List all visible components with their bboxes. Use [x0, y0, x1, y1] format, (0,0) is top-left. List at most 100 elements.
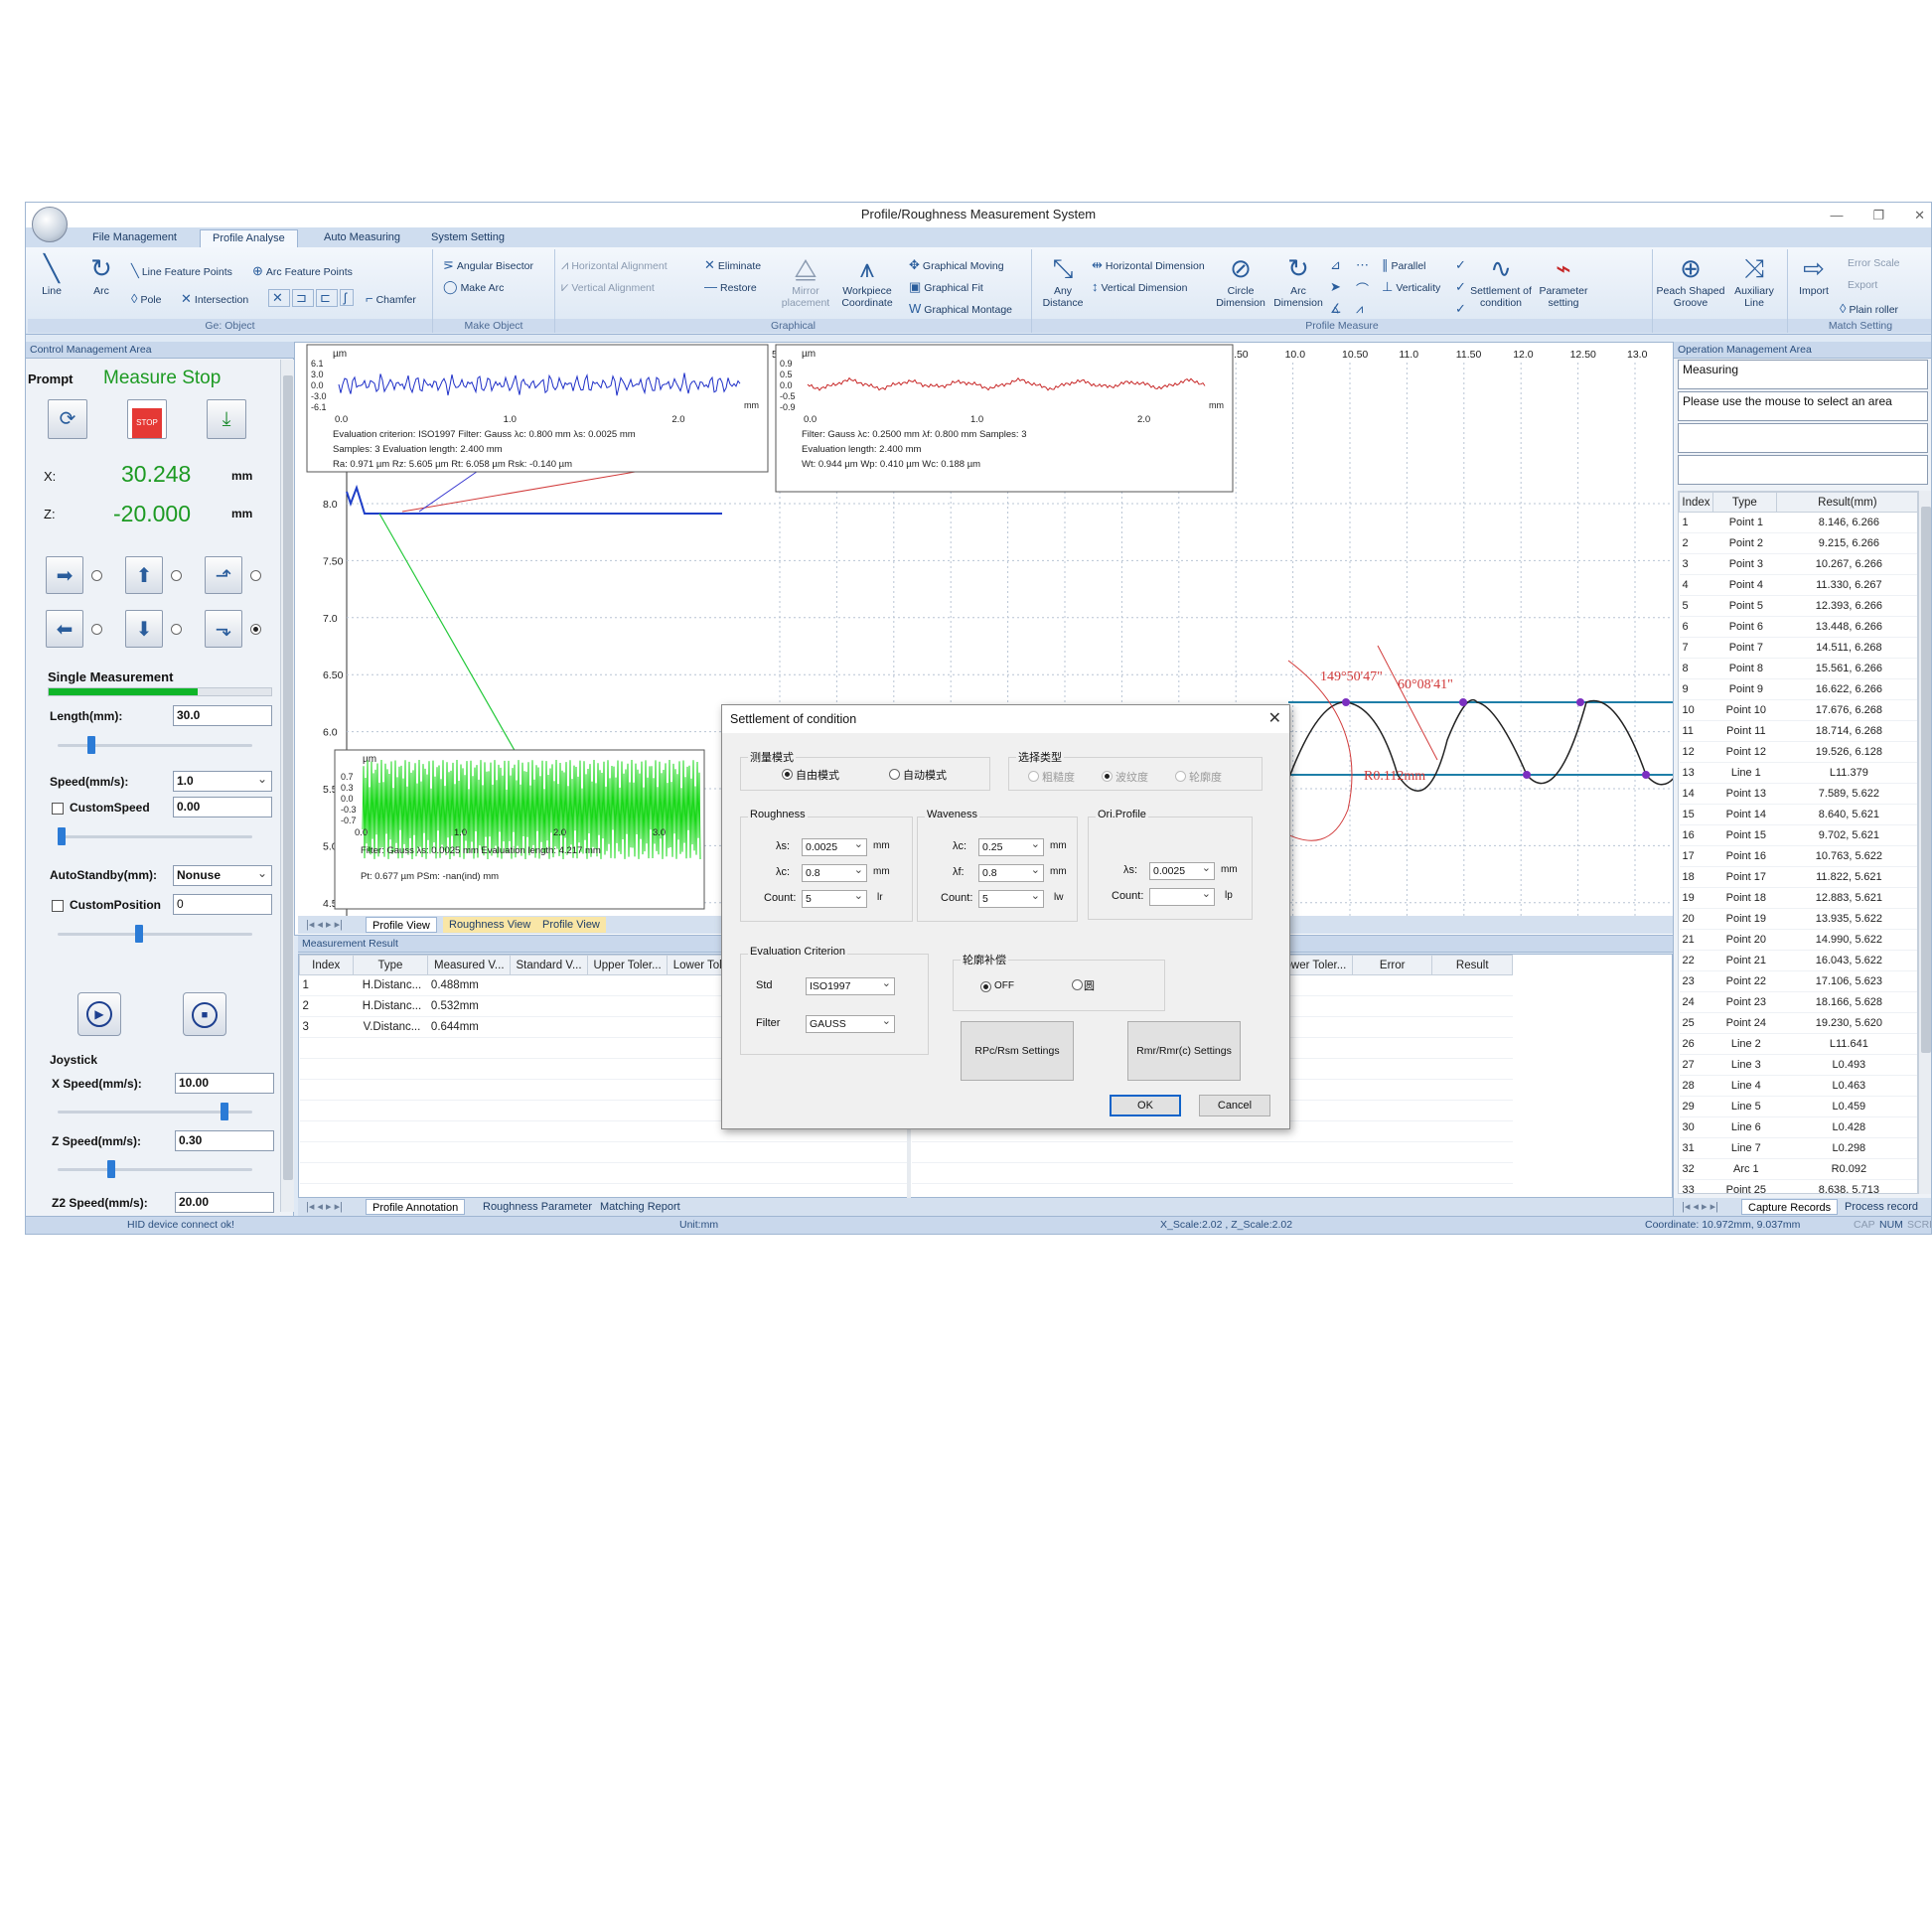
close-icon[interactable]: ✕ [1914, 204, 1925, 227]
line-feature-points-button[interactable]: ╲ Line Feature Points [131, 263, 232, 279]
table-row[interactable]: 4 Point 4 11.330, 6.267 [1679, 574, 1917, 596]
roughness-lc-select[interactable]: 0.8 [802, 862, 867, 882]
peach-shaped-groove-button[interactable]: ⊕ Peach Shaped Groove [1655, 251, 1726, 309]
axis-down-button[interactable]: ⬎ [205, 610, 242, 648]
error-scale-button[interactable]: Error Scale [1848, 257, 1900, 269]
custom-speed-slider-thumb[interactable] [58, 827, 66, 845]
custom-position-slider-thumb[interactable] [135, 925, 143, 943]
table-row[interactable]: 28 Line 4 L0.463 [1679, 1075, 1917, 1097]
make-arc-button[interactable]: ◯ Make Arc [443, 279, 504, 295]
ori-count-select[interactable] [1149, 886, 1215, 906]
table-row[interactable]: 10 Point 10 17.676, 6.268 [1679, 699, 1917, 721]
table-row[interactable]: 31 Line 7 L0.298 [1679, 1137, 1917, 1159]
eliminate-button[interactable]: ✕ Eliminate [704, 257, 761, 273]
results-col-header[interactable]: Result [1431, 955, 1513, 975]
horizontal-alignment-button[interactable]: ⩘ Horizontal Alignment [561, 257, 668, 273]
operation-tab-process-record[interactable]: Process record [1839, 1199, 1924, 1215]
table-row[interactable]: 2 Point 2 9.215, 6.266 [1679, 532, 1917, 554]
small-tool-1[interactable]: ⊿ [1330, 257, 1344, 273]
restore-button[interactable]: — Restore [704, 279, 757, 294]
small-tool-3[interactable]: ∡ [1330, 301, 1345, 317]
x-speed-input[interactable]: 10.00 [175, 1073, 274, 1094]
compensation-circle-radio[interactable] [1072, 979, 1083, 990]
radio-axis-down[interactable] [250, 624, 261, 635]
verticality-button[interactable]: ⊥ Verticality [1382, 279, 1440, 295]
axis-up-button[interactable]: ⬏ [205, 556, 242, 594]
ori-ls-select[interactable]: 0.0025 [1149, 860, 1215, 880]
corner-tool-1[interactable]: ✕ [268, 289, 290, 307]
results-col-header[interactable]: Measured V... [427, 955, 512, 975]
table-row[interactable] [299, 1162, 907, 1184]
radio-left[interactable] [91, 624, 102, 635]
horizontal-dimension-button[interactable]: ⇹ Horizontal Dimension [1092, 257, 1205, 273]
length-slider-thumb[interactable] [87, 736, 95, 754]
chamfer-button[interactable]: ⌐ Chamfer [366, 291, 416, 306]
move-left-button[interactable]: ⬅ [46, 610, 83, 648]
z2-speed-input[interactable]: 20.00 [175, 1192, 274, 1213]
control-panel-scrollbar[interactable] [280, 360, 294, 1212]
settlement-of-condition-button[interactable]: ∿ Settlement of condition [1469, 251, 1533, 309]
table-row[interactable]: 15 Point 14 8.640, 5.621 [1679, 804, 1917, 825]
table-row[interactable]: 16 Point 15 9.702, 5.621 [1679, 824, 1917, 846]
arc-dimension-button[interactable]: ↻ Arc Dimension [1270, 251, 1326, 309]
corner-tool-2[interactable]: ⊐ [292, 289, 314, 307]
small-tool-6[interactable]: ⩘ [1356, 301, 1366, 317]
table-row[interactable]: 29 Line 5 L0.459 [1679, 1096, 1917, 1117]
table-row[interactable]: 32 Arc 1 R0.092 [1679, 1158, 1917, 1180]
operation-scrollbar[interactable] [1918, 491, 1931, 1194]
operation-col-header[interactable]: Type [1711, 492, 1777, 513]
table-row[interactable]: 3 Point 3 10.267, 6.266 [1679, 553, 1917, 575]
dialog-close-icon[interactable]: ✕ [1268, 705, 1281, 733]
control-panel-scroll-thumb[interactable] [283, 375, 293, 1180]
type-roughness-radio[interactable] [1028, 771, 1039, 782]
home-button[interactable]: ⟳ [48, 399, 87, 439]
app-menu-button[interactable] [32, 207, 68, 242]
parameter-setting-button[interactable]: ⌁ Parameter setting [1537, 251, 1590, 309]
line-button[interactable]: ╲ Line [34, 251, 70, 297]
table-row[interactable]: 17 Point 16 10.763, 5.622 [1679, 845, 1917, 867]
table-row[interactable]: 12 Point 12 19.526, 6.128 [1679, 741, 1917, 763]
custom-position-slider[interactable] [58, 933, 252, 936]
small-tool-4[interactable]: ⋯ [1356, 257, 1372, 273]
small-tool-5[interactable]: ⌒ [1356, 279, 1372, 298]
mode-free-radio[interactable] [782, 769, 793, 780]
operation-col-header[interactable]: Result(mm) [1775, 492, 1917, 513]
move-right-button[interactable]: ➡ [46, 556, 83, 594]
small-tool-2[interactable]: ➤ [1330, 279, 1344, 295]
custom-speed-input[interactable]: 0.00 [173, 797, 272, 817]
waveness-lf-select[interactable]: 0.8 [978, 862, 1044, 882]
view-tab-roughness[interactable]: Roughness View [443, 917, 537, 933]
vertical-alignment-button[interactable]: ⩗ Vertical Alignment [561, 279, 655, 295]
table-row[interactable]: 13 Line 1 L11.379 [1679, 762, 1917, 784]
auto-standby-select[interactable]: Nonuse [173, 864, 272, 886]
table-row[interactable]: 27 Line 3 L0.493 [1679, 1054, 1917, 1076]
plain-roller-button[interactable]: ◊ Plain roller [1840, 301, 1898, 316]
angular-bisector-button[interactable]: ⋝ Angular Bisector [443, 257, 533, 273]
eval-filter-select[interactable]: GAUSS [806, 1013, 895, 1033]
workpiece-coordinate-button[interactable]: ⩚ Workpiece Coordinate [837, 251, 897, 309]
rmr-settings-button[interactable]: Rmr/Rmr(c) Settings [1127, 1021, 1241, 1081]
table-row[interactable]: 33 Point 25 8.638, 5.713 [1679, 1179, 1917, 1193]
export-button[interactable]: Export [1848, 279, 1877, 291]
cancel-button[interactable]: Cancel [1199, 1095, 1270, 1116]
table-row[interactable]: 6 Point 6 13.448, 6.266 [1679, 616, 1917, 638]
tab-system-setting[interactable]: System Setting [419, 229, 517, 247]
operation-tab-nav-icon[interactable]: |◂ ◂ ▸ ▸| [1676, 1199, 1724, 1215]
parallel-button[interactable]: ∥ Parallel [1382, 257, 1426, 273]
mirror-placement-button[interactable]: ⧋ Mirror placement [778, 251, 833, 309]
table-row[interactable]: 19 Point 18 12.883, 5.621 [1679, 887, 1917, 909]
tab-file-management[interactable]: File Management [80, 229, 189, 247]
table-row[interactable] [911, 1162, 1513, 1184]
z-speed-slider[interactable] [58, 1168, 252, 1171]
results-col-header[interactable]: Standard V... [510, 955, 588, 975]
table-row[interactable]: 30 Line 6 L0.428 [1679, 1116, 1917, 1138]
small-tool-8[interactable]: ✓ [1455, 279, 1469, 295]
minimize-icon[interactable]: — [1830, 204, 1843, 227]
graphical-montage-button[interactable]: W Graphical Montage [909, 301, 1012, 316]
results-col-header[interactable]: Index [299, 955, 354, 975]
operation-scroll-thumb[interactable] [1921, 507, 1931, 1053]
arc-button[interactable]: ↻ Arc [83, 251, 119, 297]
compensation-off-radio[interactable] [980, 981, 991, 992]
corner-tool-3[interactable]: ⊏ [316, 289, 338, 307]
length-input[interactable]: 30.0 [173, 705, 272, 726]
